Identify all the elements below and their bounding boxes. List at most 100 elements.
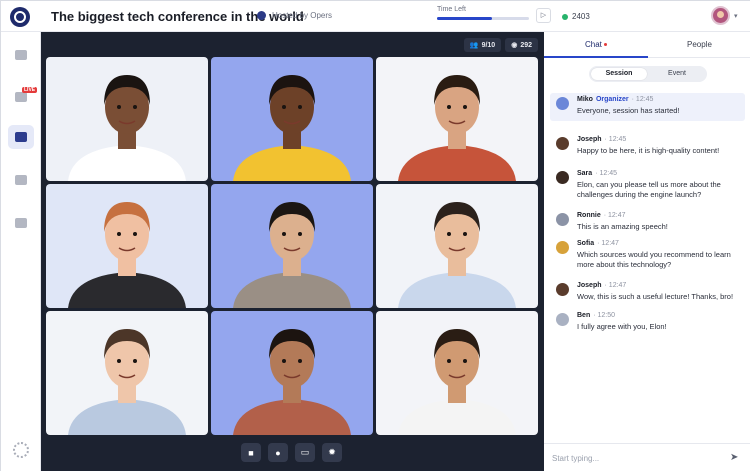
message-text: Elon, can you please tell us more about … — [577, 180, 721, 199]
handshake-icon — [15, 175, 27, 185]
chat-input-bar: ➤ — [544, 443, 750, 471]
message-time-value: 12:47 — [608, 212, 626, 219]
message-text: Wow, this is such a useful lecture! Than… — [577, 292, 734, 301]
avatar[interactable] — [556, 97, 569, 110]
video-tile[interactable] — [211, 311, 373, 435]
participant-video — [68, 329, 186, 435]
chat-message: Joseph · 12:45 Happy to be here, it is hig… — [550, 133, 745, 161]
message-time: · 12:45 — [595, 170, 617, 177]
chat-message: Joseph · 12:47 Wow, this is such a useful … — [550, 279, 745, 305]
time-left-fill — [437, 17, 493, 20]
sidebar-item-home[interactable] — [8, 43, 34, 67]
time-left-progress — [437, 17, 529, 20]
settings-spinner-icon[interactable] — [13, 442, 29, 458]
chat-message: Miko Organizer · 12:45 Everyone, session ha… — [550, 93, 745, 121]
video-tile[interactable] — [46, 311, 208, 435]
camera-button[interactable]: ■ — [241, 443, 261, 462]
message-time-value: 12:45 — [599, 170, 617, 177]
participant-video — [398, 329, 516, 435]
chevron-down-icon[interactable]: ▾ — [734, 12, 738, 20]
participants-icon: 👥 — [469, 42, 479, 49]
online-counter: 2403 — [562, 12, 590, 21]
viewers-stat[interactable]: ◉ 292 — [505, 38, 538, 52]
avatar[interactable] — [556, 137, 569, 150]
message-header: Ronnie · 12:47 — [577, 212, 626, 219]
sidebar-item-expo[interactable] — [8, 211, 34, 235]
avatar[interactable] — [556, 171, 569, 184]
message-text: Happy to be here, it is high-quality con… — [577, 146, 720, 155]
collapse-panel-button[interactable]: ▷ — [536, 8, 551, 23]
sender-name[interactable]: Joseph — [577, 282, 602, 289]
chat-message: Ronnie · 12:47 This is an amazing speech! — [550, 209, 745, 233]
settings-button[interactable]: ✹ — [322, 443, 342, 462]
participants-stat[interactable]: 👥 9/10 — [463, 38, 502, 52]
sender-name[interactable]: Ben — [577, 312, 590, 319]
tab-chat-label: Chat — [585, 40, 602, 49]
message-header: Sofia · 12:47 — [577, 240, 619, 247]
host-label: Hosted by Opers — [272, 11, 333, 20]
screen-share-button[interactable]: ▭ — [295, 443, 315, 462]
sender-name[interactable]: Sara — [577, 170, 592, 177]
tab-people[interactable]: People — [687, 40, 712, 49]
session-toggle[interactable]: Session — [591, 68, 647, 80]
avatar[interactable] — [556, 313, 569, 326]
chat-input[interactable] — [552, 450, 722, 466]
video-tile[interactable] — [376, 57, 538, 181]
video-tile[interactable] — [376, 311, 538, 435]
video-tile[interactable] — [46, 184, 208, 308]
participant-video — [233, 75, 351, 181]
video-tile[interactable] — [211, 184, 373, 308]
participant-video — [398, 75, 516, 181]
message-time-value: 12:45 — [608, 136, 627, 143]
role-badge: Organizer — [595, 96, 629, 103]
message-time: · 12:45 — [631, 96, 654, 103]
message-text: I fully agree with you, Elon! — [577, 322, 667, 331]
video-grid — [46, 57, 539, 435]
sender-name[interactable]: Joseph — [577, 136, 602, 143]
message-header: Joseph · 12:45 — [577, 136, 626, 143]
people-group-icon — [15, 132, 27, 142]
participant-video — [233, 329, 351, 435]
video-tile[interactable] — [376, 184, 538, 308]
host-info: Hosted by Opers — [257, 11, 332, 20]
unread-dot-icon — [603, 43, 607, 47]
chat-panel: Chat People Session Event Miko Organizer ·… — [544, 32, 750, 471]
chat-message: Sofia · 12:47 Which sources would you reco… — [550, 237, 745, 273]
event-toggle[interactable]: Event — [649, 68, 705, 80]
sender-name[interactable]: Miko — [577, 96, 593, 103]
booth-icon — [15, 218, 27, 228]
message-header: Ben · 12:50 — [577, 312, 615, 319]
avatar[interactable] — [556, 241, 569, 254]
monitor-icon: ▭ — [300, 447, 310, 457]
sender-name[interactable]: Sofia — [577, 240, 594, 247]
user-avatar[interactable] — [711, 6, 730, 25]
message-time: · 12:45 — [604, 136, 627, 143]
gear-icon: ✹ — [328, 447, 336, 457]
stage-stats: 👥 9/10 ◉ 292 — [463, 38, 538, 52]
time-left-label: Time Left — [437, 6, 466, 13]
message-text: This is an amazing speech! — [577, 222, 668, 231]
sidebar-item-networking[interactable] — [8, 168, 34, 192]
call-controls: ■ ● ▭ ✹ — [241, 443, 342, 462]
avatar[interactable] — [556, 213, 569, 226]
chat-tabs: Chat People — [544, 32, 750, 58]
microphone-button[interactable]: ● — [268, 443, 288, 462]
video-tile[interactable] — [211, 57, 373, 181]
participant-video — [233, 202, 351, 308]
message-time: · 12:47 — [603, 212, 626, 219]
sidebar-item-live[interactable]: LIVE — [8, 85, 38, 109]
logo-icon[interactable] — [10, 7, 30, 27]
message-time-value: 12:50 — [597, 312, 616, 319]
message-time-value: 12:47 — [601, 240, 619, 247]
host-logo-icon — [257, 11, 266, 20]
message-time: · 12:47 — [597, 240, 619, 247]
participant-video — [68, 202, 186, 308]
sidebar-item-sessions[interactable] — [8, 125, 34, 149]
video-tile[interactable] — [46, 57, 208, 181]
sender-name[interactable]: Ronnie — [577, 212, 601, 219]
send-icon[interactable]: ➤ — [730, 452, 738, 463]
avatar[interactable] — [556, 283, 569, 296]
chat-scope-toggle: Session Event — [589, 66, 707, 82]
tab-chat[interactable]: Chat — [585, 40, 607, 49]
app-window: The biggest tech conference in the world… — [0, 0, 750, 471]
